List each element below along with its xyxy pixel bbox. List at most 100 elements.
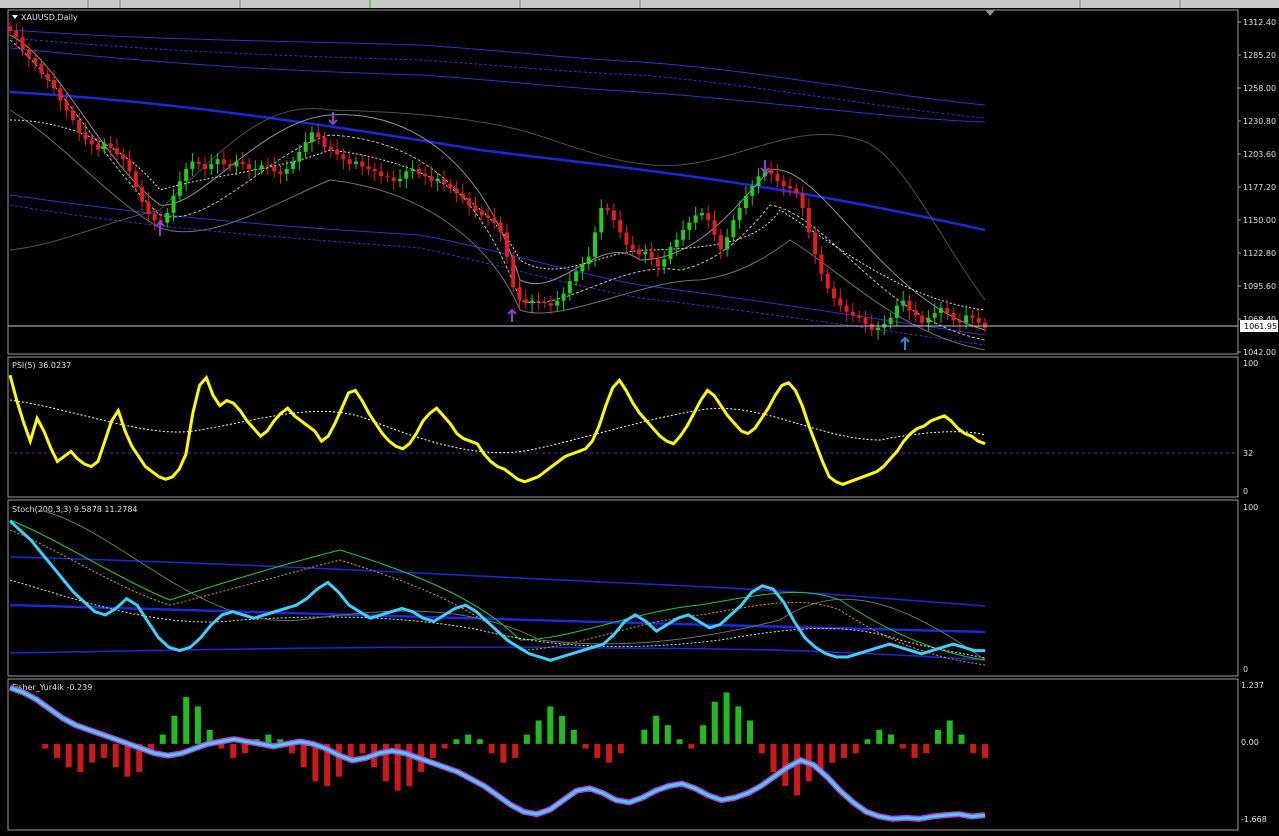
candle-body	[964, 315, 969, 323]
candle-body	[467, 198, 472, 206]
candle-body	[618, 220, 623, 233]
candle-body	[114, 148, 119, 155]
histogram-bar	[523, 734, 530, 744]
histogram-bar	[841, 743, 848, 758]
candle-body	[517, 287, 522, 300]
histogram-bar	[112, 743, 119, 768]
candle-body	[360, 161, 365, 167]
histogram-bar	[335, 743, 342, 777]
candle-body	[385, 176, 390, 178]
candle-body	[693, 215, 698, 223]
histogram-bar	[535, 720, 542, 744]
fisher-panel-frame	[7, 678, 1239, 831]
candle-body	[932, 312, 937, 318]
candle-body	[681, 229, 686, 240]
candle-body	[699, 212, 704, 216]
histogram-bar	[864, 739, 871, 744]
candle-body	[542, 301, 547, 304]
candle-body	[913, 310, 918, 316]
stoch-tick-100: 100	[1243, 503, 1258, 512]
histogram-bar	[42, 743, 49, 749]
histogram-bar	[723, 692, 730, 744]
histogram-bar	[159, 734, 166, 744]
stoch-tick-0: 0	[1243, 665, 1248, 674]
candle-body	[228, 164, 233, 167]
candle-body	[322, 137, 327, 147]
candle-body	[77, 120, 82, 133]
histogram-bar	[664, 725, 671, 744]
histogram-bar	[429, 743, 436, 758]
candle-body	[637, 249, 642, 255]
candle-body	[416, 168, 421, 174]
histogram-bar	[171, 715, 178, 744]
candle-body	[920, 315, 925, 323]
histogram-bar	[876, 729, 883, 744]
fisher-tick-bottom: -1.668	[1241, 815, 1267, 824]
candle-body	[303, 142, 308, 152]
scroll-marker-icon[interactable]	[985, 10, 995, 16]
collapse-triangle-icon[interactable]	[12, 15, 18, 19]
histogram-bar	[946, 720, 953, 744]
candle-body	[247, 164, 252, 169]
candle-body	[567, 281, 572, 294]
candle-body	[888, 317, 893, 324]
candle-body	[89, 139, 94, 145]
candle-body	[259, 165, 264, 169]
candle-body	[203, 164, 207, 169]
candle-body	[731, 220, 736, 238]
histogram-bar	[794, 743, 801, 796]
candle-body	[907, 300, 912, 311]
histogram-bar	[500, 743, 507, 763]
candle-body	[234, 161, 239, 167]
candle-body	[894, 305, 899, 318]
candle-body	[951, 312, 956, 321]
candle-body	[215, 159, 220, 165]
candle-body	[599, 207, 604, 233]
candle-body	[108, 143, 113, 149]
candle-body	[121, 154, 126, 160]
candle-body	[102, 143, 107, 150]
candle-body	[83, 132, 88, 140]
candle-body	[96, 144, 101, 150]
candle-body	[806, 207, 811, 233]
candle-body	[674, 239, 679, 248]
candle-body	[152, 214, 157, 221]
candle-body	[850, 311, 855, 316]
down-arrow-icon	[760, 160, 770, 174]
candle-body	[901, 300, 906, 306]
histogram-bar	[829, 743, 836, 763]
price-tick-label: 1042.00	[1243, 348, 1276, 357]
candle-body	[580, 264, 585, 272]
candle-body	[869, 323, 874, 331]
candle-body	[662, 259, 667, 267]
candle-body	[52, 79, 57, 89]
chart-window[interactable]: XAUUSD,Daily 1312.40 1285.20 1258.00 123…	[0, 8, 1279, 832]
candle-body	[146, 201, 151, 215]
candle-body	[479, 210, 484, 216]
candle-body	[58, 88, 63, 101]
candle-body	[561, 293, 566, 301]
histogram-bar	[359, 743, 366, 754]
histogram-bar	[406, 743, 413, 787]
candle-body	[838, 298, 843, 306]
candlestick-series	[8, 21, 987, 340]
candle-body	[976, 317, 981, 323]
candle-body	[177, 181, 182, 196]
candle-body	[272, 166, 277, 172]
candle-body	[825, 273, 830, 289]
histogram-bar	[547, 706, 554, 744]
histogram-bar	[700, 725, 707, 744]
candle-body	[945, 308, 950, 313]
candle-body	[435, 178, 440, 182]
histogram-bar	[559, 715, 566, 744]
histogram-bar	[641, 729, 648, 744]
candle-body	[523, 299, 528, 304]
candle-body	[530, 300, 535, 304]
candle-body	[8, 26, 12, 32]
histogram-bar	[53, 743, 60, 758]
candle-body	[574, 271, 579, 282]
candle-body	[33, 57, 38, 64]
histogram-bar	[888, 734, 895, 744]
chart-canvas[interactable]: XAUUSD,Daily 1312.401285.201258.001230.8…	[0, 8, 1279, 832]
candle-body	[410, 168, 415, 172]
